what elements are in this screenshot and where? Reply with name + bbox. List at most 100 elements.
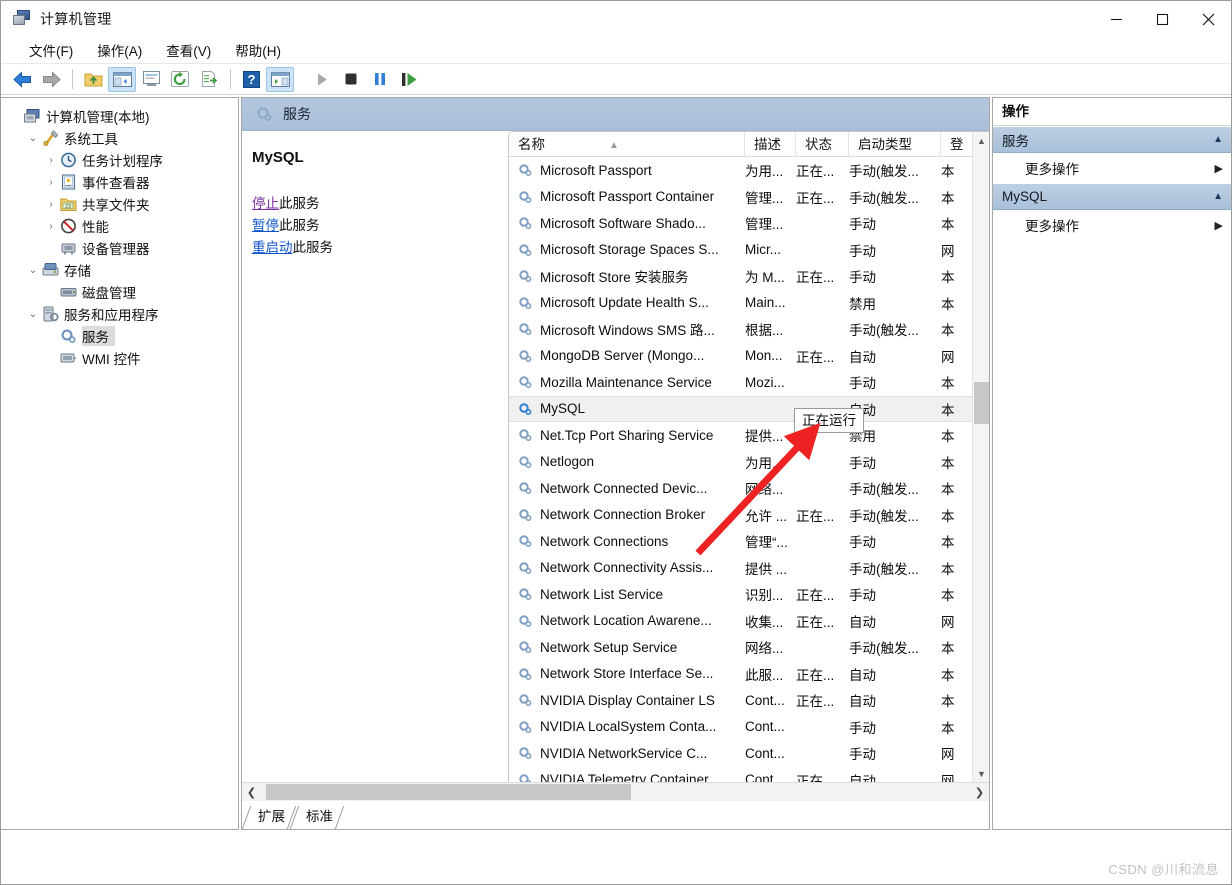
tree-item-7[interactable]: ⌄ 存储 (1, 259, 238, 281)
service-gear-icon (518, 640, 535, 655)
actions-group-services[interactable]: 服务 ▲ (993, 126, 1231, 153)
service-row[interactable]: Network Setup Service 网络... 手动(触发... 本 (509, 634, 989, 661)
menu-help[interactable]: 帮助(H) (223, 37, 293, 63)
column-header-status[interactable]: 状态 (796, 132, 849, 157)
service-description-cell: 网络... (745, 482, 784, 498)
show-hide-tree-icon[interactable] (108, 66, 136, 92)
service-row[interactable]: Microsoft Software Shado... 管理... 手动 本 (509, 210, 989, 237)
service-startup-type-cell: 手动(触发... (849, 641, 919, 657)
properties-icon[interactable] (137, 67, 165, 92)
column-header-name[interactable]: 名称 ▲ (509, 132, 745, 157)
service-row[interactable]: Microsoft Store 安装服务 为 M... 正在... 手动 本 (509, 263, 989, 290)
service-row[interactable]: Mozilla Maintenance Service Mozi... 手动 本 (509, 369, 989, 396)
service-gear-icon (518, 534, 535, 549)
chevron-down-icon[interactable]: ⌄ (25, 265, 41, 276)
service-logon-as-cell: 本 (941, 270, 955, 286)
pause-service-link[interactable]: 暂停此服务 (252, 215, 508, 237)
actions-more-actions-mysql[interactable]: 更多操作 ▶ (993, 210, 1231, 240)
service-row[interactable]: Net.Tcp Port Sharing Service 提供... 禁用本 (509, 422, 989, 449)
minimize-button[interactable] (1093, 1, 1139, 37)
scroll-down-icon[interactable]: ▼ (973, 765, 989, 782)
stop-service-icon[interactable] (337, 67, 365, 92)
service-row[interactable]: Microsoft Windows SMS 路... 根据... 手动(触发... 本 (509, 316, 989, 343)
service-row[interactable]: Microsoft Storage Spaces S... Micr... 手动 网 (509, 237, 989, 264)
horizontal-scroll-thumb[interactable] (266, 784, 631, 800)
tree-item-0[interactable]: 计算机管理(本地) (1, 105, 238, 127)
service-startup-type-cell: 手动 (849, 270, 876, 286)
scroll-up-icon[interactable]: ▲ (973, 132, 989, 149)
restart-service-action[interactable]: 重启动 (252, 240, 293, 255)
tools-icon (41, 130, 59, 146)
service-row[interactable]: NVIDIA Telemetry Container Cont... 正在... 自动… (509, 767, 989, 782)
collapse-up-icon-2[interactable]: ▲ (1213, 191, 1223, 202)
service-row[interactable]: Network Connections 管理“... 手动 本 (509, 528, 989, 555)
service-row[interactable]: Network Connection Broker 允许 ... 正在... 手动(触… (509, 502, 989, 529)
chevron-right-icon[interactable]: › (43, 199, 59, 210)
tab-standard[interactable]: 标准 (292, 805, 340, 829)
service-row[interactable]: Netlogon 为用... 手动 本 (509, 449, 989, 476)
service-row[interactable]: Network Connected Devic... 网络... 手动(触发... 本 (509, 475, 989, 502)
show-action-pane-icon[interactable] (266, 66, 294, 92)
stop-service-link[interactable]: 停止此服务 (252, 193, 508, 215)
scroll-left-icon[interactable]: ❮ (242, 783, 261, 801)
service-row[interactable]: Network Location Awarene... 收集... 正在... 自动 网 (509, 608, 989, 635)
tree-item-5[interactable]: › 性能 (1, 215, 238, 237)
window-controls (1093, 1, 1231, 37)
export-list-icon[interactable] (195, 67, 223, 92)
maximize-button[interactable] (1139, 1, 1185, 37)
collapse-up-icon[interactable]: ▲ (1213, 134, 1223, 145)
service-row[interactable]: Network Connectivity Assis... 提供 ... 手动(触发… (509, 555, 989, 582)
column-header-logon-as[interactable]: 登 (941, 132, 965, 157)
refresh-icon[interactable] (166, 67, 194, 92)
tree-item-10[interactable]: 服务 (1, 325, 238, 347)
tree-item-2[interactable]: › 任务计划程序 (1, 149, 238, 171)
up-folder-icon[interactable] (79, 67, 107, 92)
actions-group-mysql[interactable]: MySQL ▲ (993, 183, 1231, 210)
menu-view[interactable]: 查看(V) (154, 37, 223, 63)
service-row[interactable]: Microsoft Passport Container 管理... 正在... 手动… (509, 184, 989, 211)
chevron-right-icon[interactable]: › (43, 177, 59, 188)
column-header-description[interactable]: 描述 (745, 132, 796, 157)
menu-action[interactable]: 操作(A) (85, 37, 154, 63)
service-row[interactable]: Microsoft Update Health S... Main... 禁用 本 (509, 290, 989, 317)
chevron-down-icon[interactable]: ⌄ (25, 309, 41, 320)
chevron-down-icon[interactable]: ⌄ (25, 133, 41, 144)
service-row[interactable]: Network Store Interface Se... 此服... 正在... 自… (509, 661, 989, 688)
service-row[interactable]: Network List Service 识别... 正在... 手动 本 (509, 581, 989, 608)
pause-service-icon[interactable] (366, 67, 394, 92)
tree-item-6[interactable]: 设备管理器 (1, 237, 238, 259)
tree-item-1[interactable]: ⌄ 系统工具 (1, 127, 238, 149)
pause-service-action[interactable]: 暂停 (252, 218, 279, 233)
tab-extended[interactable]: 扩展 (244, 805, 292, 829)
scroll-right-icon[interactable]: ❯ (970, 783, 989, 801)
service-row[interactable]: MySQL自动本 (509, 395, 989, 422)
list-horizontal-scrollbar[interactable]: ❮ ❯ (242, 782, 989, 801)
tree-item-9[interactable]: ⌄ 服务和应用程序 (1, 303, 238, 325)
service-row[interactable]: Microsoft Passport 为用... 正在... 手动(触发... 本 (509, 157, 989, 184)
tree-item-8[interactable]: 磁盘管理 (1, 281, 238, 303)
help-icon[interactable]: ? (237, 67, 265, 92)
forward-arrow-icon[interactable] (37, 67, 65, 92)
computer-management-window: 计算机管理 文件(F) 操作(A) 查看(V) 帮助(H) ? 计算机管理(本地… (0, 0, 1232, 885)
service-row[interactable]: NVIDIA LocalSystem Conta... Cont... 手动 本 (509, 714, 989, 741)
service-row[interactable]: MongoDB Server (Mongo... Mon... 正在... 自动 网 (509, 343, 989, 370)
column-header-startup-type[interactable]: 启动类型 (849, 132, 941, 157)
restart-service-icon[interactable] (395, 67, 423, 92)
start-service-icon[interactable] (308, 67, 336, 92)
list-vertical-scrollbar[interactable]: ▲ ▼ (972, 132, 989, 782)
vertical-scroll-thumb[interactable] (974, 382, 989, 424)
tree-item-11[interactable]: WMI 控件 (1, 347, 238, 369)
service-name-cell: Network Connections (509, 534, 745, 549)
actions-more-actions-services[interactable]: 更多操作 ▶ (993, 153, 1231, 183)
stop-service-action[interactable]: 停止 (252, 196, 279, 211)
tree-item-3[interactable]: › 事件查看器 (1, 171, 238, 193)
close-button[interactable] (1185, 1, 1231, 37)
chevron-right-icon[interactable]: › (43, 155, 59, 166)
tree-item-4[interactable]: › 23 共享文件夹 (1, 193, 238, 215)
back-arrow-icon[interactable] (8, 67, 36, 92)
restart-service-link[interactable]: 重启动此服务 (252, 237, 508, 259)
chevron-right-icon[interactable]: › (43, 221, 59, 232)
service-row[interactable]: NVIDIA Display Container LS Cont... 正在... 自… (509, 687, 989, 714)
menu-file[interactable]: 文件(F) (17, 37, 85, 63)
service-row[interactable]: NVIDIA NetworkService C... Cont... 手动 网 (509, 740, 989, 767)
